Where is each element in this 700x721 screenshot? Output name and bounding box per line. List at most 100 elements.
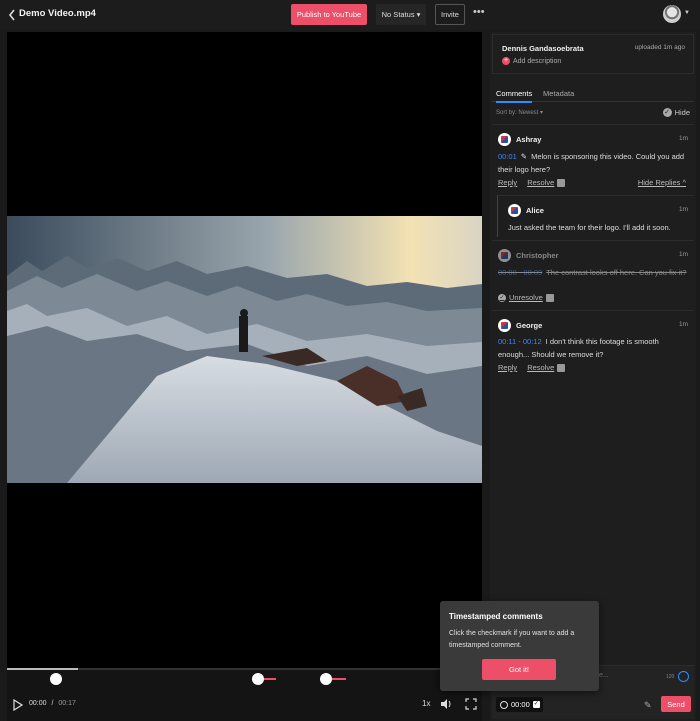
comment-timestamp[interactable]: 00:01 xyxy=(498,152,517,161)
avatar xyxy=(498,319,511,332)
tooltip-body: Click the checkmark if you want to add a… xyxy=(449,630,575,649)
sort-dropdown[interactable]: Sort by: Newest ▾ xyxy=(496,109,543,116)
unresolve-button[interactable]: ✓ Unresolve xyxy=(498,293,543,302)
play-icon[interactable] xyxy=(13,698,24,713)
comment-author: George xyxy=(516,321,543,330)
tab-metadata[interactable]: Metadata xyxy=(543,89,574,98)
got-it-button[interactable]: Got it! xyxy=(482,659,556,680)
avatar xyxy=(498,249,511,262)
progress-fill xyxy=(7,668,79,670)
add-description-button[interactable]: + Add description xyxy=(502,57,561,65)
comment-marker-christopher[interactable] xyxy=(252,673,264,685)
volume-icon[interactable] xyxy=(440,698,452,712)
comment-marker-george[interactable] xyxy=(320,673,332,685)
check-circle-icon: ✓ xyxy=(662,108,672,117)
comment-input[interactable]: e... xyxy=(599,672,609,679)
owner-card: Dennis Gandasoebrata uploaded 1m ago + A… xyxy=(492,34,694,74)
add-description-label: Add description xyxy=(513,57,562,65)
comment-time: 1m xyxy=(678,206,688,213)
comment-author: Alice xyxy=(526,206,544,215)
user-avatar[interactable] xyxy=(663,5,681,23)
draw-pen-icon[interactable]: ✎ xyxy=(644,700,652,711)
tab-comments[interactable]: Comments xyxy=(496,89,533,103)
chevron-down-icon[interactable]: ▼ xyxy=(684,10,690,16)
comment-time: 1m xyxy=(678,135,688,142)
comment-actions: Reply Resolve xyxy=(498,363,566,372)
comment-range-george xyxy=(332,678,346,680)
plus-icon: + xyxy=(502,57,510,65)
comment-body: 00:01 ✎ Melon is sponsoring this video. Co… xyxy=(498,150,688,176)
hide-replies-button[interactable]: Hide Replies ^ xyxy=(638,178,686,187)
send-button[interactable]: Send xyxy=(661,696,691,712)
checkbox-icon[interactable]: ✓ xyxy=(532,701,540,708)
sort-label: Sort by: Newest xyxy=(496,110,539,116)
comment-actions: Reply Resolve xyxy=(498,178,566,187)
player-controls: 00:00 / 00:17 1x xyxy=(7,690,482,721)
video-frame[interactable] xyxy=(7,216,482,483)
comment-author: Christopher xyxy=(516,251,559,260)
clock-icon xyxy=(500,700,508,709)
chevron-down-icon: ▾ xyxy=(540,110,544,116)
comment-text: The contrast looks off here. Can you fix… xyxy=(546,268,687,277)
comment-body: 00:08 - 00:09 The contrast looks off here… xyxy=(498,266,688,279)
timestamp-toggle[interactable]: 00:00 ✓ xyxy=(496,697,543,712)
comment-author: Ashray xyxy=(516,135,542,144)
playback-speed[interactable]: 1x xyxy=(422,699,430,708)
comment-range-christopher xyxy=(264,678,276,680)
char-limit-ring xyxy=(678,671,689,682)
comment-item: George 1m 00:11 - 00:12 I don't think thi… xyxy=(492,310,694,380)
top-bar: Demo Video.mp4 Publish to YouTube No Sta… xyxy=(0,0,700,30)
comment-text: Just asked the team for their logo. I'll… xyxy=(508,223,671,232)
timeline-scrubber[interactable] xyxy=(7,668,482,690)
time-display: 00:00 / 00:17 xyxy=(29,700,76,707)
back-arrow-icon[interactable] xyxy=(8,9,18,21)
more-options-icon[interactable]: ••• xyxy=(473,6,485,18)
comment-marker-ashray[interactable] xyxy=(50,673,62,685)
avatar xyxy=(508,204,521,217)
comment-item: Ashray 1m 00:01 ✎ Melon is sponsoring this… xyxy=(492,124,694,195)
comment-time: 1m xyxy=(678,251,688,258)
owner-name: Dennis Gandasoebrata xyxy=(502,44,584,53)
check-circle-icon: ✓ xyxy=(498,293,506,302)
publish-to-youtube-button[interactable]: Publish to YouTube xyxy=(291,4,367,25)
avatar xyxy=(498,133,511,146)
tooltip-title: Timestamped comments xyxy=(449,612,543,621)
char-count: 120 xyxy=(666,674,675,680)
annotation-icon: ✎ xyxy=(520,152,528,161)
comment-body: 00:11 - 00:12 I don't think this footage … xyxy=(498,335,688,361)
comment-actions: ✓ Unresolve xyxy=(498,293,554,302)
panel-tabs: Comments Metadata xyxy=(492,86,694,103)
hide-label: Hide xyxy=(674,108,690,117)
comment-item-resolved: Christopher 1m 00:08 - 00:09 The contrast… xyxy=(492,240,694,310)
sort-bar: Sort by: Newest ▾ ✓ Hide xyxy=(492,104,694,122)
fullscreen-icon[interactable] xyxy=(465,698,477,712)
upload-time: uploaded 1m ago xyxy=(634,44,685,51)
chevron-up-icon: ^ xyxy=(682,178,686,187)
onboarding-tooltip: Timestamped comments Click the checkmark… xyxy=(440,601,599,691)
hide-replies-label: Hide Replies xyxy=(637,178,681,187)
video-player[interactable] xyxy=(7,32,482,668)
invite-button[interactable]: Invite xyxy=(435,4,465,25)
duration: 00:17 xyxy=(58,700,76,707)
reply-button[interactable]: Reply xyxy=(498,363,517,372)
mountain-scene-image xyxy=(7,216,482,483)
chevron-down-icon: ▾ xyxy=(416,10,421,19)
progress-track[interactable] xyxy=(7,668,482,670)
status-label: No Status xyxy=(381,10,415,19)
comment-timestamp[interactable]: 00:11 - 00:12 xyxy=(498,337,542,346)
status-dropdown[interactable]: No Status ▾ xyxy=(376,4,426,25)
resolve-button[interactable]: Resolve xyxy=(527,178,554,187)
current-time: 00:00 xyxy=(29,700,47,707)
thumbs-up-icon[interactable] xyxy=(557,363,566,372)
reply-item: Alice 1m Just asked the team for their l… xyxy=(497,195,694,237)
hide-comments-toggle[interactable]: ✓ Hide xyxy=(662,108,690,117)
comment-time: 1m xyxy=(678,321,688,328)
thumbs-up-icon[interactable] xyxy=(545,293,554,302)
timestamp-value: 00:00 xyxy=(511,700,530,709)
video-title: Demo Video.mp4 xyxy=(19,8,96,19)
resolve-button[interactable]: Resolve xyxy=(527,363,554,372)
thumbs-up-icon[interactable] xyxy=(557,178,566,187)
reply-button[interactable]: Reply xyxy=(498,178,517,187)
unresolve-label: Unresolve xyxy=(509,293,543,302)
comment-timestamp[interactable]: 00:08 - 00:09 xyxy=(498,268,542,277)
